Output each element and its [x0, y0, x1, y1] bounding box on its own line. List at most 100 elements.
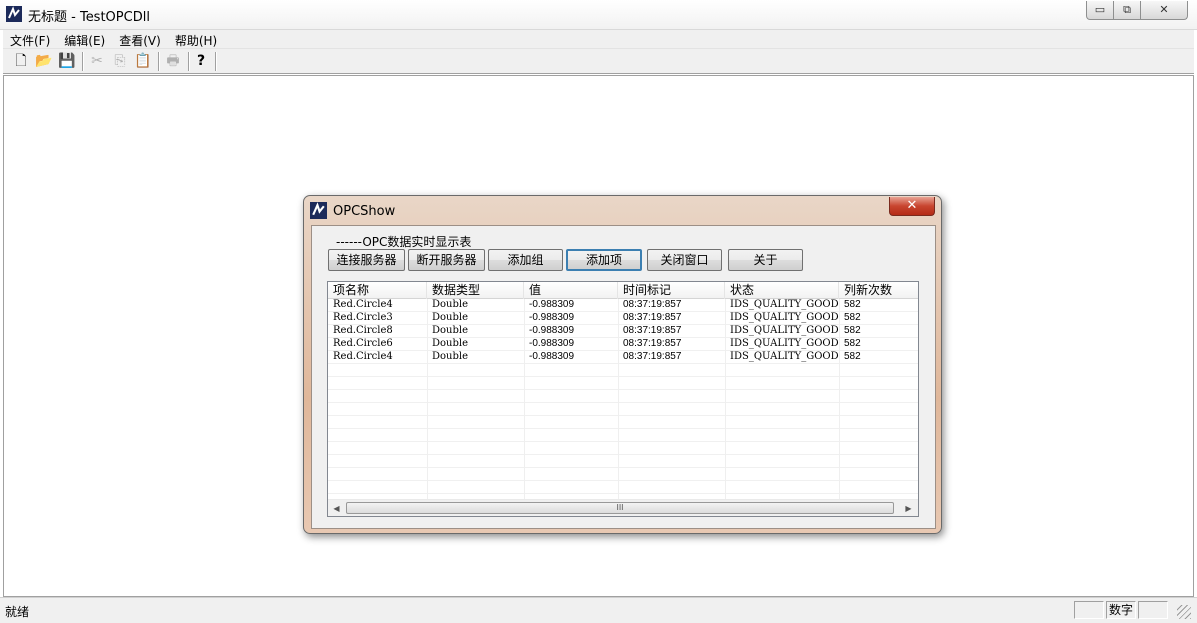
- table-row[interactable]: Red.Circle4 Double -0.988309 08:37:19:857 ID…: [328, 351, 918, 364]
- table-row[interactable]: Red.Circle8 Double -0.988309 08:37:19:857 ID…: [328, 325, 918, 338]
- table-row[interactable]: Red.Circle4 Double -0.988309 08:37:19:857 ID…: [328, 299, 918, 312]
- column-header-item-name[interactable]: 项名称: [328, 282, 427, 299]
- column-divider: [427, 299, 428, 499]
- resize-grip-icon[interactable]: [1177, 605, 1191, 619]
- dialog-close-button[interactable]: ✕: [889, 197, 935, 216]
- table-row[interactable]: [328, 468, 918, 481]
- paste-icon[interactable]: 📋: [133, 52, 153, 71]
- cell-status: IDS_QUALITY_GOOD: [730, 338, 839, 349]
- column-header-status[interactable]: 状态: [725, 282, 839, 299]
- status-pane-caps: [1074, 601, 1104, 619]
- cell-data-type: Double: [432, 338, 468, 349]
- minimize-button[interactable]: ▭: [1086, 1, 1114, 20]
- table-row[interactable]: [328, 481, 918, 494]
- status-bar: 就绪 数字: [0, 597, 1197, 623]
- menu-file[interactable]: 文件(F): [3, 30, 57, 51]
- toolbar-separator: [82, 52, 84, 71]
- list-header: 项名称 数据类型 值 时间标记 状态 列新次数: [328, 282, 918, 299]
- cell-update-count: 582: [844, 299, 861, 310]
- add-item-button[interactable]: 添加项: [566, 249, 642, 271]
- about-button[interactable]: 关于: [728, 249, 803, 271]
- cell-value: -0.988309: [529, 338, 575, 349]
- column-divider: [524, 299, 525, 499]
- table-caption: ------OPC数据实时显示表: [336, 235, 472, 249]
- open-folder-icon[interactable]: 📂: [34, 52, 54, 71]
- cell-value: -0.988309: [529, 299, 575, 310]
- cell-status: IDS_QUALITY_GOOD: [730, 351, 839, 362]
- cell-update-count: 582: [844, 312, 861, 323]
- cell-item-name: Red.Circle6: [333, 338, 393, 349]
- horizontal-scrollbar[interactable]: ◀ III ▶: [328, 499, 918, 516]
- menu-bar: 文件(F) 编辑(E) 查看(V) 帮助(H): [3, 30, 1194, 49]
- cell-data-type: Double: [432, 299, 468, 310]
- status-text: 就绪: [5, 605, 30, 619]
- cell-update-count: 582: [844, 338, 861, 349]
- column-divider: [839, 299, 840, 499]
- cell-value: -0.988309: [529, 312, 575, 323]
- connect-server-button[interactable]: 连接服务器: [328, 249, 405, 271]
- table-row[interactable]: [328, 390, 918, 403]
- add-group-button[interactable]: 添加组: [488, 249, 563, 271]
- cell-data-type: Double: [432, 312, 468, 323]
- menu-edit[interactable]: 编辑(E): [57, 30, 112, 51]
- toolbar-separator: [158, 52, 160, 71]
- table-row[interactable]: [328, 442, 918, 455]
- table-row[interactable]: [328, 455, 918, 468]
- save-icon[interactable]: 💾: [57, 52, 77, 71]
- opcshow-dialog: OPCShow ✕ ------OPC数据实时显示表 连接服务器 断开服务器 添…: [303, 195, 942, 534]
- cell-status: IDS_QUALITY_GOOD: [730, 312, 839, 323]
- status-pane-numlock: 数字: [1106, 601, 1136, 619]
- cell-timestamp: 08:37:19:857: [623, 312, 682, 323]
- close-button[interactable]: ✕: [1140, 1, 1188, 20]
- copy-icon[interactable]: ⎘: [110, 52, 130, 71]
- scroll-right-icon[interactable]: ▶: [900, 500, 917, 516]
- window-title: 无标题 - TestOPCDll: [28, 10, 150, 25]
- column-divider: [618, 299, 619, 499]
- cell-timestamp: 08:37:19:857: [623, 325, 682, 336]
- help-icon[interactable]: ?: [191, 52, 211, 71]
- scroll-left-icon[interactable]: ◀: [328, 500, 345, 516]
- column-header-timestamp[interactable]: 时间标记: [618, 282, 725, 299]
- dialog-title: OPCShow: [333, 204, 396, 219]
- dialog-app-icon: [310, 202, 327, 219]
- status-pane-scroll: [1138, 601, 1168, 619]
- menu-view[interactable]: 查看(V): [112, 30, 168, 51]
- menu-help[interactable]: 帮助(H): [168, 30, 224, 51]
- table-row[interactable]: Red.Circle3 Double -0.988309 08:37:19:857 ID…: [328, 312, 918, 325]
- cell-status: IDS_QUALITY_GOOD: [730, 299, 839, 310]
- toolbar-separator: [188, 52, 190, 71]
- table-row[interactable]: [328, 403, 918, 416]
- cell-value: -0.988309: [529, 325, 575, 336]
- cell-data-type: Double: [432, 351, 468, 362]
- app-icon: [6, 6, 22, 22]
- new-file-icon[interactable]: 🗋: [11, 52, 31, 71]
- cell-data-type: Double: [432, 325, 468, 336]
- scroll-thumb[interactable]: III: [346, 502, 894, 514]
- table-row[interactable]: [328, 377, 918, 390]
- column-header-data-type[interactable]: 数据类型: [427, 282, 524, 299]
- close-window-button[interactable]: 关闭窗口: [647, 249, 722, 271]
- toolbar-separator: [215, 52, 217, 71]
- column-header-update-count[interactable]: 列新次数: [839, 282, 918, 299]
- opc-data-list[interactable]: 项名称 数据类型 值 时间标记 状态 列新次数 Red.Circle4 Doubl…: [327, 281, 919, 517]
- disconnect-server-button[interactable]: 断开服务器: [408, 249, 485, 271]
- table-row[interactable]: [328, 416, 918, 429]
- column-divider: [725, 299, 726, 499]
- column-header-value[interactable]: 值: [524, 282, 618, 299]
- cell-item-name: Red.Circle8: [333, 325, 393, 336]
- cell-timestamp: 08:37:19:857: [623, 299, 682, 310]
- list-body: Red.Circle4 Double -0.988309 08:37:19:857 ID…: [328, 299, 918, 499]
- cell-value: -0.988309: [529, 351, 575, 362]
- table-row[interactable]: [328, 364, 918, 377]
- print-icon[interactable]: 🖶: [163, 52, 183, 71]
- cell-timestamp: 08:37:19:857: [623, 351, 682, 362]
- cell-update-count: 582: [844, 351, 861, 362]
- cell-update-count: 582: [844, 325, 861, 336]
- table-row[interactable]: [328, 429, 918, 442]
- table-row[interactable]: Red.Circle6 Double -0.988309 08:37:19:857 ID…: [328, 338, 918, 351]
- maximize-button[interactable]: ⧉: [1113, 1, 1141, 20]
- toolbar: 🗋 📂 💾 ✂ ⎘ 📋 🖶 ?: [3, 49, 1194, 74]
- cell-timestamp: 08:37:19:857: [623, 338, 682, 349]
- cell-item-name: Red.Circle4: [333, 351, 393, 362]
- cut-icon[interactable]: ✂: [87, 52, 107, 71]
